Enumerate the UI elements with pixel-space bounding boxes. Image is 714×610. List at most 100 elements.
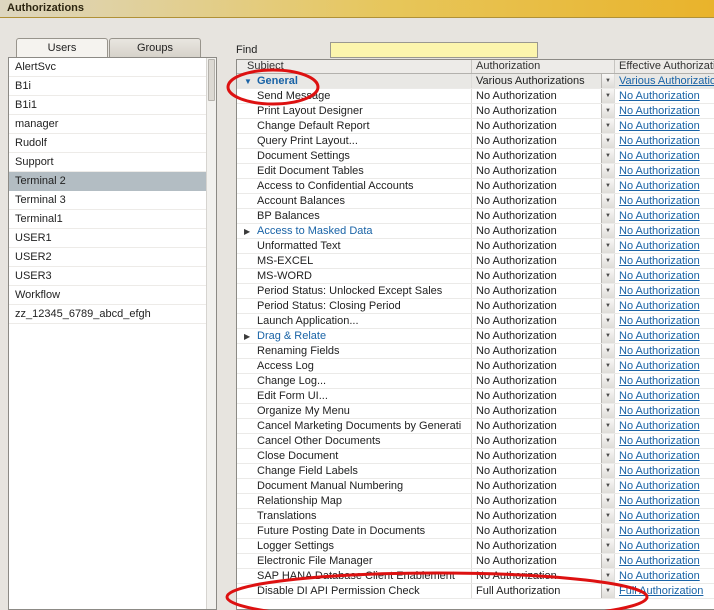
dropdown-arrow-icon[interactable]: ▼ <box>601 464 614 478</box>
authorization-dropdown[interactable]: No Authorization ▼ <box>471 449 614 463</box>
dropdown-arrow-icon[interactable]: ▼ <box>601 119 614 133</box>
effective-authorization-link[interactable]: No Authorization <box>619 495 700 507</box>
authorization-dropdown[interactable]: No Authorization ▼ <box>471 104 614 118</box>
table-row[interactable]: Document Manual Numbering No Authorizati… <box>237 479 714 494</box>
effective-authorization-link[interactable]: No Authorization <box>619 540 700 552</box>
user-row[interactable]: manager <box>9 115 206 134</box>
effective-authorization-link[interactable]: Full Authorization <box>619 585 703 597</box>
table-row[interactable]: Change Log... No Authorization ▼ No Auth… <box>237 374 714 389</box>
authorization-dropdown[interactable]: No Authorization ▼ <box>471 359 614 373</box>
scrollbar-thumb[interactable] <box>208 59 215 101</box>
user-row[interactable]: B1i <box>9 77 206 96</box>
effective-authorization-link[interactable]: No Authorization <box>619 150 700 162</box>
table-row[interactable]: Unformatted Text No Authorization ▼ No A… <box>237 239 714 254</box>
dropdown-arrow-icon[interactable]: ▼ <box>601 539 614 553</box>
table-row[interactable]: Account Balances No Authorization ▼ No A… <box>237 194 714 209</box>
effective-authorization-link[interactable]: No Authorization <box>619 465 700 477</box>
effective-authorization-link[interactable]: No Authorization <box>619 435 700 447</box>
authorization-dropdown[interactable]: No Authorization ▼ <box>471 329 614 343</box>
table-row[interactable]: Query Print Layout... No Authorization ▼… <box>237 134 714 149</box>
user-row[interactable]: zz_12345_6789_abcd_efgh <box>9 305 206 324</box>
effective-authorization-link[interactable]: No Authorization <box>619 240 700 252</box>
authorization-dropdown[interactable]: No Authorization ▼ <box>471 554 614 568</box>
dropdown-arrow-icon[interactable]: ▼ <box>601 524 614 538</box>
expand-triangle-icon[interactable]: ▶ <box>244 224 255 238</box>
table-row[interactable]: Relationship Map No Authorization ▼ No A… <box>237 494 714 509</box>
authorization-dropdown[interactable]: No Authorization ▼ <box>471 269 614 283</box>
authorization-dropdown[interactable]: No Authorization ▼ <box>471 224 614 238</box>
user-row[interactable]: Workflow <box>9 286 206 305</box>
effective-authorization-link[interactable]: No Authorization <box>619 330 700 342</box>
authorization-dropdown[interactable]: No Authorization ▼ <box>471 284 614 298</box>
effective-authorization-link[interactable]: No Authorization <box>619 105 700 117</box>
table-row[interactable]: ▼ General Various Authorizations ▼ Vario… <box>237 74 714 89</box>
user-row[interactable]: Terminal 2 <box>9 172 206 191</box>
table-row[interactable]: Organize My Menu No Authorization ▼ No A… <box>237 404 714 419</box>
authorization-dropdown[interactable]: No Authorization ▼ <box>471 374 614 388</box>
effective-authorization-link[interactable]: No Authorization <box>619 225 700 237</box>
effective-authorization-link[interactable]: No Authorization <box>619 165 700 177</box>
authorization-dropdown[interactable]: No Authorization ▼ <box>471 239 614 253</box>
table-row[interactable]: Edit Form UI... No Authorization ▼ No Au… <box>237 389 714 404</box>
find-input[interactable] <box>330 42 538 58</box>
user-row[interactable]: Terminal1 <box>9 210 206 229</box>
effective-authorization-link[interactable]: No Authorization <box>619 360 700 372</box>
table-row[interactable]: Change Default Report No Authorization ▼… <box>237 119 714 134</box>
dropdown-arrow-icon[interactable]: ▼ <box>601 569 614 583</box>
user-row[interactable]: Terminal 3 <box>9 191 206 210</box>
user-row[interactable]: B1i1 <box>9 96 206 115</box>
effective-authorization-link[interactable]: No Authorization <box>619 120 700 132</box>
effective-authorization-link[interactable]: No Authorization <box>619 510 700 522</box>
effective-authorization-link[interactable]: No Authorization <box>619 180 700 192</box>
dropdown-arrow-icon[interactable]: ▼ <box>601 269 614 283</box>
dropdown-arrow-icon[interactable]: ▼ <box>601 434 614 448</box>
tab-groups[interactable]: Groups <box>109 38 201 57</box>
dropdown-arrow-icon[interactable]: ▼ <box>601 224 614 238</box>
dropdown-arrow-icon[interactable]: ▼ <box>601 314 614 328</box>
table-row[interactable]: BP Balances No Authorization ▼ No Author… <box>237 209 714 224</box>
effective-authorization-link[interactable]: No Authorization <box>619 285 700 297</box>
dropdown-arrow-icon[interactable]: ▼ <box>601 239 614 253</box>
effective-authorization-link[interactable]: No Authorization <box>619 135 700 147</box>
dropdown-arrow-icon[interactable]: ▼ <box>601 359 614 373</box>
effective-authorization-link[interactable]: No Authorization <box>619 315 700 327</box>
table-row[interactable]: ▶ Access to Masked Data No Authorization… <box>237 224 714 239</box>
authorization-dropdown[interactable]: No Authorization ▼ <box>471 509 614 523</box>
user-row[interactable]: Rudolf <box>9 134 206 153</box>
table-row[interactable]: Document Settings No Authorization ▼ No … <box>237 149 714 164</box>
authorization-dropdown[interactable]: No Authorization ▼ <box>471 149 614 163</box>
dropdown-arrow-icon[interactable]: ▼ <box>601 89 614 103</box>
effective-authorization-link[interactable]: No Authorization <box>619 195 700 207</box>
dropdown-arrow-icon[interactable]: ▼ <box>601 494 614 508</box>
effective-authorization-link[interactable]: No Authorization <box>619 525 700 537</box>
table-row[interactable]: Period Status: Unlocked Except Sales No … <box>237 284 714 299</box>
table-row[interactable]: Logger Settings No Authorization ▼ No Au… <box>237 539 714 554</box>
effective-authorization-link[interactable]: No Authorization <box>619 255 700 267</box>
dropdown-arrow-icon[interactable]: ▼ <box>601 74 614 88</box>
dropdown-arrow-icon[interactable]: ▼ <box>601 194 614 208</box>
authorization-dropdown[interactable]: No Authorization ▼ <box>471 434 614 448</box>
authorization-dropdown[interactable]: No Authorization ▼ <box>471 344 614 358</box>
window-titlebar[interactable]: Authorizations <box>0 0 714 18</box>
authorization-dropdown[interactable]: No Authorization ▼ <box>471 314 614 328</box>
dropdown-arrow-icon[interactable]: ▼ <box>601 254 614 268</box>
table-row[interactable]: MS-WORD No Authorization ▼ No Authorizat… <box>237 269 714 284</box>
table-row[interactable]: Period Status: Closing Period No Authori… <box>237 299 714 314</box>
effective-authorization-link[interactable]: No Authorization <box>619 570 700 582</box>
authorization-dropdown[interactable]: No Authorization ▼ <box>471 419 614 433</box>
dropdown-arrow-icon[interactable]: ▼ <box>601 299 614 313</box>
authorization-dropdown[interactable]: No Authorization ▼ <box>471 194 614 208</box>
authorization-dropdown[interactable]: No Authorization ▼ <box>471 299 614 313</box>
effective-authorization-link[interactable]: No Authorization <box>619 300 700 312</box>
table-row[interactable]: Close Document No Authorization ▼ No Aut… <box>237 449 714 464</box>
table-row[interactable]: Access Log No Authorization ▼ No Authori… <box>237 359 714 374</box>
authorization-dropdown[interactable]: No Authorization ▼ <box>471 209 614 223</box>
dropdown-arrow-icon[interactable]: ▼ <box>601 374 614 388</box>
dropdown-arrow-icon[interactable]: ▼ <box>601 179 614 193</box>
user-row[interactable]: USER3 <box>9 267 206 286</box>
table-row[interactable]: Cancel Other Documents No Authorization … <box>237 434 714 449</box>
authorization-dropdown[interactable]: No Authorization ▼ <box>471 164 614 178</box>
authorization-dropdown[interactable]: No Authorization ▼ <box>471 89 614 103</box>
table-row[interactable]: Edit Document Tables No Authorization ▼ … <box>237 164 714 179</box>
table-row[interactable]: Launch Application... No Authorization ▼… <box>237 314 714 329</box>
